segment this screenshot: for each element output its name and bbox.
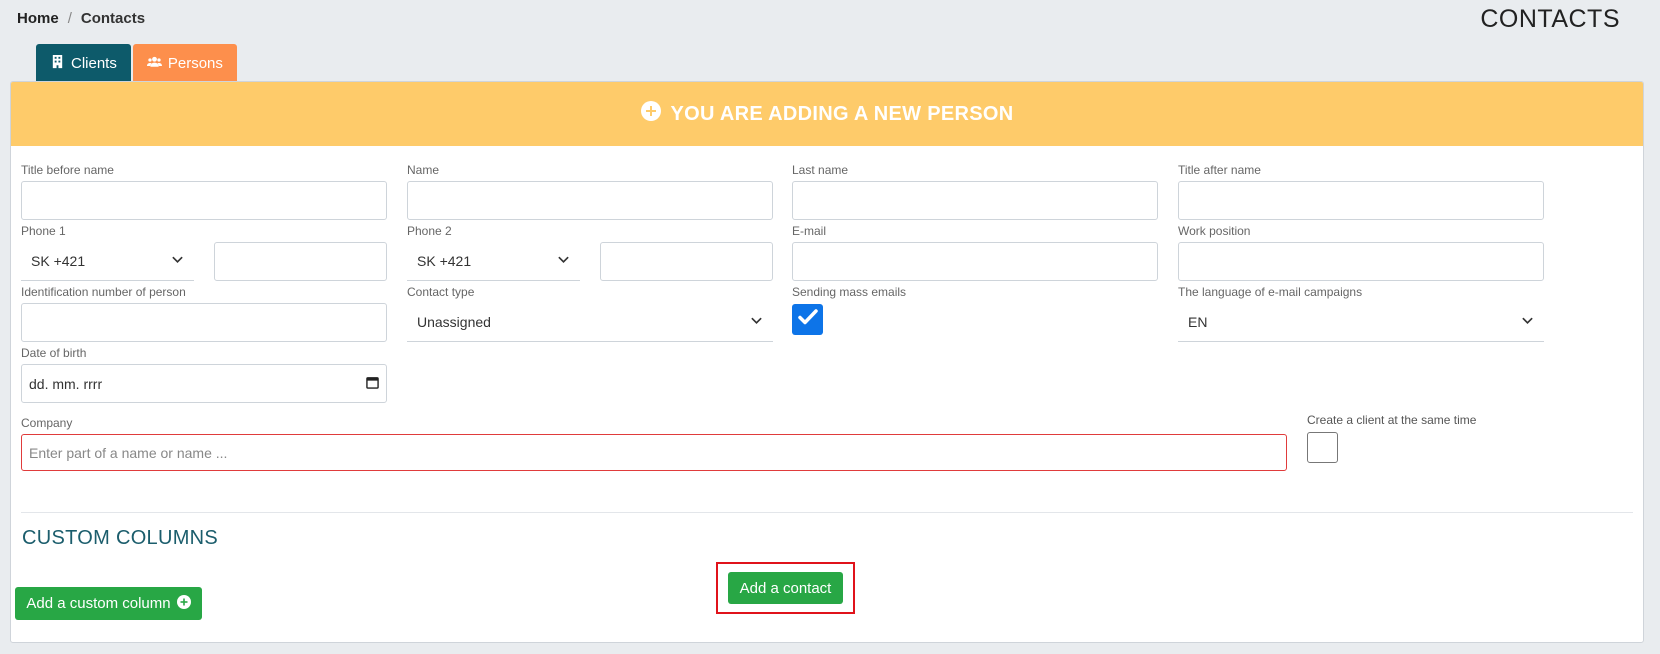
contact-type-select[interactable]: Unassigned: [407, 303, 773, 342]
add-contact-highlight: Add a contact: [716, 562, 855, 614]
company-field: Company Enter part of a name or name ...: [21, 415, 1287, 471]
mass-emails-label: Sending mass emails: [792, 285, 907, 299]
phone2-prefix-select[interactable]: SK +421: [407, 242, 580, 281]
campaign-language-label: The language of e-mail campaigns: [1178, 285, 1363, 299]
title-before-label: Title before name: [21, 163, 114, 177]
phone2-number-input[interactable]: [600, 242, 773, 281]
company-label: Company: [21, 416, 73, 430]
phone1-prefix-select[interactable]: SK +421: [21, 242, 194, 281]
title-after-field: Title after name: [1178, 162, 1544, 220]
calendar-icon[interactable]: [366, 376, 379, 392]
phone1-number-input[interactable]: [214, 242, 387, 281]
building-icon: [50, 54, 65, 73]
new-person-banner: YOU ARE ADDING A NEW PERSON: [11, 82, 1643, 146]
id-number-input[interactable]: [21, 303, 387, 342]
breadcrumb-current: Contacts: [80, 10, 146, 27]
phone2-field: Phone 2 SK +421: [407, 223, 773, 281]
campaign-language-field: The language of e-mail campaigns EN: [1178, 284, 1544, 342]
campaign-language-value: EN: [1188, 314, 1208, 330]
chevron-down-icon: [171, 253, 184, 269]
add-contact-button[interactable]: Add a contact: [728, 572, 843, 604]
title-before-field: Title before name: [21, 162, 387, 220]
email-field: E-mail: [792, 223, 1158, 281]
contact-tabs: Clients Persons: [36, 44, 237, 82]
create-client-label: Create a client at the same time: [1307, 413, 1477, 427]
add-custom-column-label: Add a custom column: [26, 595, 171, 612]
phone2-label: Phone 2: [407, 224, 452, 238]
work-position-field: Work position: [1178, 223, 1544, 281]
last-name-label: Last name: [792, 163, 849, 177]
new-person-card: YOU ARE ADDING A NEW PERSON Title before…: [10, 81, 1644, 643]
contact-type-value: Unassigned: [417, 314, 491, 330]
tab-persons-label: Persons: [167, 54, 223, 72]
tab-clients-label: Clients: [71, 54, 117, 72]
title-before-input[interactable]: [21, 181, 387, 220]
breadcrumb-home-link[interactable]: Home: [17, 10, 59, 27]
tab-clients[interactable]: Clients: [36, 44, 131, 82]
mass-emails-checkbox[interactable]: [792, 304, 823, 335]
work-position-input[interactable]: [1178, 242, 1544, 281]
last-name-field: Last name: [792, 162, 1158, 220]
checkmark-icon: [796, 305, 820, 334]
plus-circle-icon: [176, 594, 191, 613]
add-custom-column-button[interactable]: Add a custom column: [15, 587, 202, 620]
date-of-birth-label: Date of birth: [21, 346, 87, 360]
phone1-label: Phone 1: [21, 224, 66, 238]
contact-type-label: Contact type: [407, 285, 475, 299]
banner-text: YOU ARE ADDING A NEW PERSON: [670, 102, 1014, 125]
chevron-down-icon: [750, 314, 763, 330]
create-client-field: Create a client at the same time: [1307, 412, 1537, 463]
campaign-language-select[interactable]: EN: [1178, 303, 1544, 342]
users-icon: [146, 54, 162, 73]
date-of-birth-field: Date of birth dd. mm. rrrr: [21, 345, 387, 403]
custom-columns-title: CUSTOM COLUMNS: [22, 527, 219, 549]
date-of-birth-placeholder: dd. mm. rrrr: [29, 375, 103, 392]
breadcrumb-separator: /: [67, 10, 72, 27]
phone1-prefix-value: SK +421: [31, 253, 86, 269]
phone2-prefix-value: SK +421: [417, 253, 472, 269]
name-input[interactable]: [407, 181, 773, 220]
create-client-checkbox[interactable]: [1307, 432, 1338, 463]
id-number-label: Identification number of person: [21, 285, 186, 299]
name-label: Name: [407, 163, 440, 177]
page-title: CONTACTS: [1480, 5, 1620, 33]
work-position-label: Work position: [1178, 224, 1251, 238]
company-input[interactable]: Enter part of a name or name ...: [21, 434, 1287, 471]
email-input[interactable]: [792, 242, 1158, 281]
section-divider: [21, 512, 1633, 513]
chevron-down-icon: [1521, 314, 1534, 330]
id-number-field: Identification number of person: [21, 284, 387, 342]
tab-persons[interactable]: Persons: [132, 44, 237, 82]
phone1-field: Phone 1 SK +421: [21, 223, 387, 281]
date-of-birth-input[interactable]: dd. mm. rrrr: [21, 364, 387, 403]
chevron-down-icon: [557, 253, 570, 269]
name-field: Name: [407, 162, 773, 220]
plus-circle-icon: [640, 101, 661, 127]
last-name-input[interactable]: [792, 181, 1158, 220]
title-after-label: Title after name: [1178, 163, 1261, 177]
breadcrumb: Home / Contacts: [17, 10, 145, 27]
title-after-input[interactable]: [1178, 181, 1544, 220]
mass-emails-field: Sending mass emails: [792, 284, 1158, 335]
contact-type-field: Contact type Unassigned: [407, 284, 773, 342]
email-label: E-mail: [792, 224, 827, 238]
